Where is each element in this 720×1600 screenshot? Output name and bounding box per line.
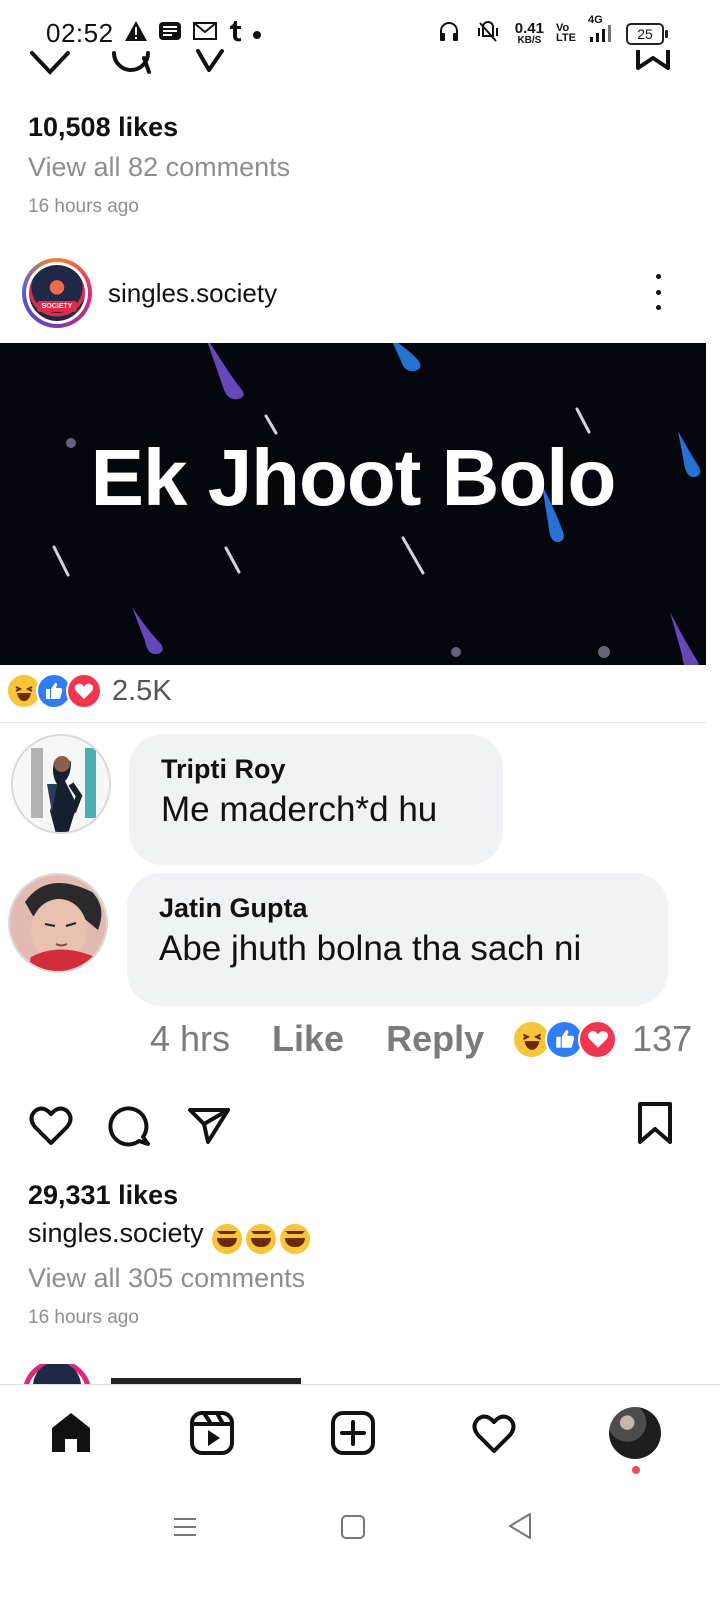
comment-text: Me maderch*d hu: [161, 790, 438, 829]
post-comments-link[interactable]: View all 305 comments: [28, 1263, 305, 1294]
like-heart-icon[interactable]: [25, 38, 75, 88]
profile-avatar: [609, 1407, 661, 1459]
comment-text: Abe jhuth bolna tha sach ni: [159, 929, 582, 968]
volte-icon: Vo LTE: [556, 21, 576, 44]
comment-bubble[interactable]: Jatin Gupta Abe jhuth bolna tha sach ni: [127, 873, 668, 1006]
activity-heart-icon[interactable]: [468, 1407, 520, 1459]
avatar-logo: [29, 265, 85, 321]
comment-like-link[interactable]: Like: [272, 1018, 344, 1060]
profile-tab[interactable]: [609, 1407, 661, 1459]
commenter-name[interactable]: Jatin Gupta: [159, 893, 636, 924]
laughing-emoji-icon: [245, 1223, 276, 1254]
previous-post-likes: 10,508 likes: [28, 112, 179, 142]
love-reaction-icon: [66, 673, 102, 709]
reels-icon[interactable]: [186, 1407, 238, 1459]
post-author-avatar[interactable]: [22, 258, 92, 328]
back-button-icon[interactable]: [506, 1511, 534, 1546]
comment-icon[interactable]: [105, 1100, 155, 1150]
laughing-emoji-icon: [279, 1223, 310, 1254]
like-heart-icon[interactable]: [26, 1100, 76, 1150]
media-title: Ek Jhoot Bolo: [90, 433, 617, 522]
network-label: 4G: [588, 14, 603, 26]
home-icon[interactable]: [45, 1407, 97, 1459]
post-header: singles.society: [0, 248, 720, 338]
comment-bubble[interactable]: Tripti Roy Me maderch*d hu: [129, 734, 503, 865]
post-author-username[interactable]: singles.society: [108, 278, 277, 309]
avatar-inner: [26, 262, 88, 324]
caption-username[interactable]: singles.society: [28, 1218, 204, 1249]
more-dot: [655, 274, 661, 279]
previous-post-time-ago: 16 hours ago: [28, 196, 139, 217]
save-bookmark-icon[interactable]: [630, 1098, 680, 1148]
home-button-icon[interactable]: [340, 1513, 366, 1546]
laughing-emoji-icon: [211, 1223, 242, 1254]
data-speed-value: 0.41: [514, 19, 544, 37]
more-dot: [655, 289, 661, 295]
post-action-row: [0, 1098, 720, 1152]
love-reaction-icon[interactable]: [578, 1019, 618, 1059]
post-media-banner[interactable]: Ek Jhoot Bolo: [0, 343, 706, 665]
post-reaction-count: 2.5K: [112, 674, 172, 707]
commenter-avatar[interactable]: [8, 873, 108, 973]
share-icon[interactable]: [184, 1100, 234, 1150]
bottom-navigation: [0, 1384, 720, 1481]
comment-time: 4 hrs: [150, 1018, 231, 1059]
more-options-icon[interactable]: [650, 274, 666, 310]
previous-post-comments-link[interactable]: View all 82 comments: [28, 152, 290, 183]
next-post-header-preview: [0, 1364, 720, 1386]
create-post-icon[interactable]: [327, 1407, 379, 1459]
more-dot: [655, 305, 661, 310]
post-caption: singles.society: [28, 1218, 310, 1254]
recent-apps-icon[interactable]: [172, 1514, 198, 1545]
comment-reply-link[interactable]: Reply: [386, 1018, 484, 1060]
profile-notification-dot: [632, 1466, 640, 1474]
commenter-name[interactable]: Tripti Roy: [161, 754, 471, 785]
post-reactions-chip[interactable]: 2.5K: [6, 670, 172, 712]
save-bookmark-icon[interactable]: [628, 38, 678, 88]
post-time-ago: 16 hours ago: [28, 1307, 139, 1328]
reaction-divider: [0, 722, 706, 723]
comment-reaction-count: 137: [632, 1018, 693, 1059]
previous-post-action-row: [0, 42, 720, 82]
post-likes[interactable]: 29,331 likes: [28, 1180, 178, 1211]
commenter-avatar[interactable]: [11, 734, 111, 834]
system-navigation-bar: [0, 1490, 720, 1600]
comment-footer-row: 4 hrs Like Reply 137: [150, 1018, 710, 1060]
share-icon[interactable]: [186, 38, 236, 88]
comment-icon[interactable]: [106, 38, 156, 88]
